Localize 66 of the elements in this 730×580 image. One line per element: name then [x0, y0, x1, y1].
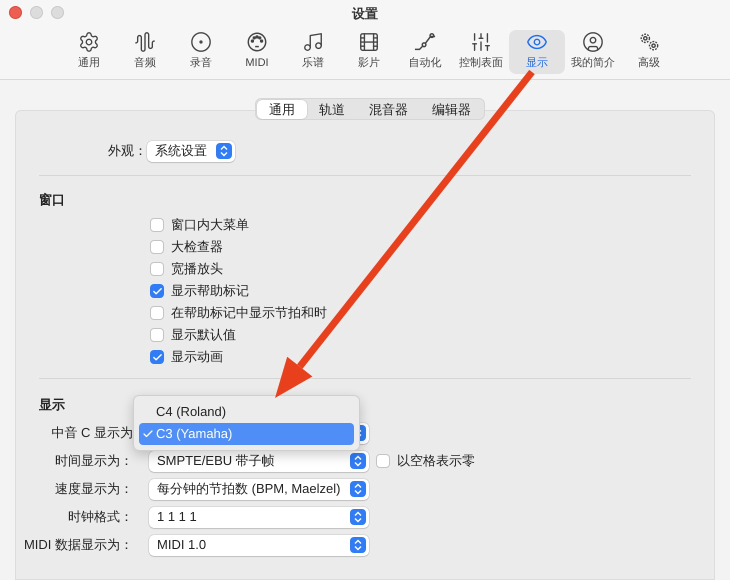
toolbar-tab[interactable]: 影片 — [341, 30, 397, 74]
checkbox-label: 宽播放头 — [171, 260, 223, 278]
field-label: 时间显示为： — [55, 452, 133, 470]
segment-tab[interactable]: 混音器 — [357, 100, 420, 118]
checkbox[interactable] — [150, 240, 164, 254]
toolbar-tab[interactable]: 音频 — [117, 30, 173, 74]
checkbox[interactable] — [376, 454, 390, 468]
checkbox[interactable] — [150, 328, 164, 342]
user-icon — [582, 31, 604, 54]
window-title: 设置 — [352, 5, 378, 23]
checkbox[interactable] — [150, 262, 164, 276]
gear-icon — [78, 31, 100, 54]
checkbox-label: 大检查器 — [171, 238, 223, 256]
toolbar-tab[interactable]: MIDI — [229, 30, 285, 74]
close-button[interactable] — [9, 6, 22, 19]
checkbox-label: 显示默认值 — [171, 326, 236, 344]
section-heading: 窗口 — [39, 192, 65, 207]
popup-select[interactable]: 1 1 1 1 — [149, 506, 369, 528]
select-value: MIDI 1.0 — [157, 536, 206, 554]
minimize-button[interactable] — [30, 6, 43, 19]
toolbar-tab[interactable]: 高级 — [621, 30, 677, 74]
toolbar-tab[interactable]: 录音 — [173, 30, 229, 74]
select-value: SMPTE/EBU 带子帧 — [157, 452, 275, 470]
segment-tab[interactable]: 通用 — [257, 100, 307, 118]
toolbar-tab[interactable]: 我的简介 — [565, 30, 621, 74]
field-label: MIDI 数据显示为： — [24, 536, 133, 554]
field-label: 外观： — [107, 142, 147, 160]
checkmark-icon — [152, 286, 162, 296]
checkbox[interactable] — [150, 284, 164, 298]
popup-select[interactable]: 系统设置 — [147, 140, 235, 162]
toolbar-tab[interactable]: 乐谱 — [285, 30, 341, 74]
field-label: 中音 C 显示为 — [51, 424, 133, 442]
checkbox-label: 以空格表示零 — [397, 452, 475, 470]
checkbox-label: 显示动画 — [171, 348, 223, 366]
popup-select[interactable]: MIDI 1.0 — [149, 534, 369, 556]
toolbar-tab[interactable]: 通用 — [61, 30, 117, 74]
menu-item[interactable]: C4 (Roland) — [139, 401, 354, 423]
popup-select[interactable]: 每分钟的节拍数 (BPM, Maelzel) — [149, 478, 369, 500]
waveform-icon — [134, 31, 156, 54]
popup-select[interactable]: SMPTE/EBU 带子帧 — [149, 450, 369, 472]
field-label: 时钟格式： — [68, 508, 133, 526]
music-notes-icon — [302, 31, 324, 54]
toolbar-tab[interactable]: 显示 — [509, 30, 565, 74]
select-value: 每分钟的节拍数 (BPM, Maelzel) — [157, 480, 340, 498]
gears-icon — [638, 31, 660, 54]
checkbox-label: 窗口内大菜单 — [171, 216, 249, 234]
select-value: 系统设置 — [155, 142, 207, 160]
sliders-icon — [470, 31, 492, 54]
checkbox[interactable] — [150, 350, 164, 364]
checkmark-icon — [152, 352, 162, 362]
checkbox[interactable] — [150, 218, 164, 232]
section-heading: 显示 — [39, 397, 65, 412]
segment-tab[interactable]: 编辑器 — [420, 100, 483, 118]
film-icon — [358, 31, 380, 54]
segment-tab[interactable]: 轨道 — [307, 100, 357, 118]
select-value: 1 1 1 1 — [157, 508, 197, 526]
checkbox-label: 显示帮助标记 — [171, 282, 249, 300]
checkbox[interactable] — [150, 306, 164, 320]
record-icon — [190, 31, 212, 54]
midi-port-icon — [246, 31, 268, 54]
zoom-button[interactable] — [51, 6, 64, 19]
toolbar-tab[interactable]: 自动化 — [397, 30, 453, 74]
checkbox-label: 在帮助标记中显示节拍和时 — [171, 304, 327, 322]
checkmark-icon — [142, 428, 154, 440]
toolbar-tab[interactable]: 控制表面 — [453, 30, 509, 74]
field-label: 速度显示为： — [55, 480, 133, 498]
